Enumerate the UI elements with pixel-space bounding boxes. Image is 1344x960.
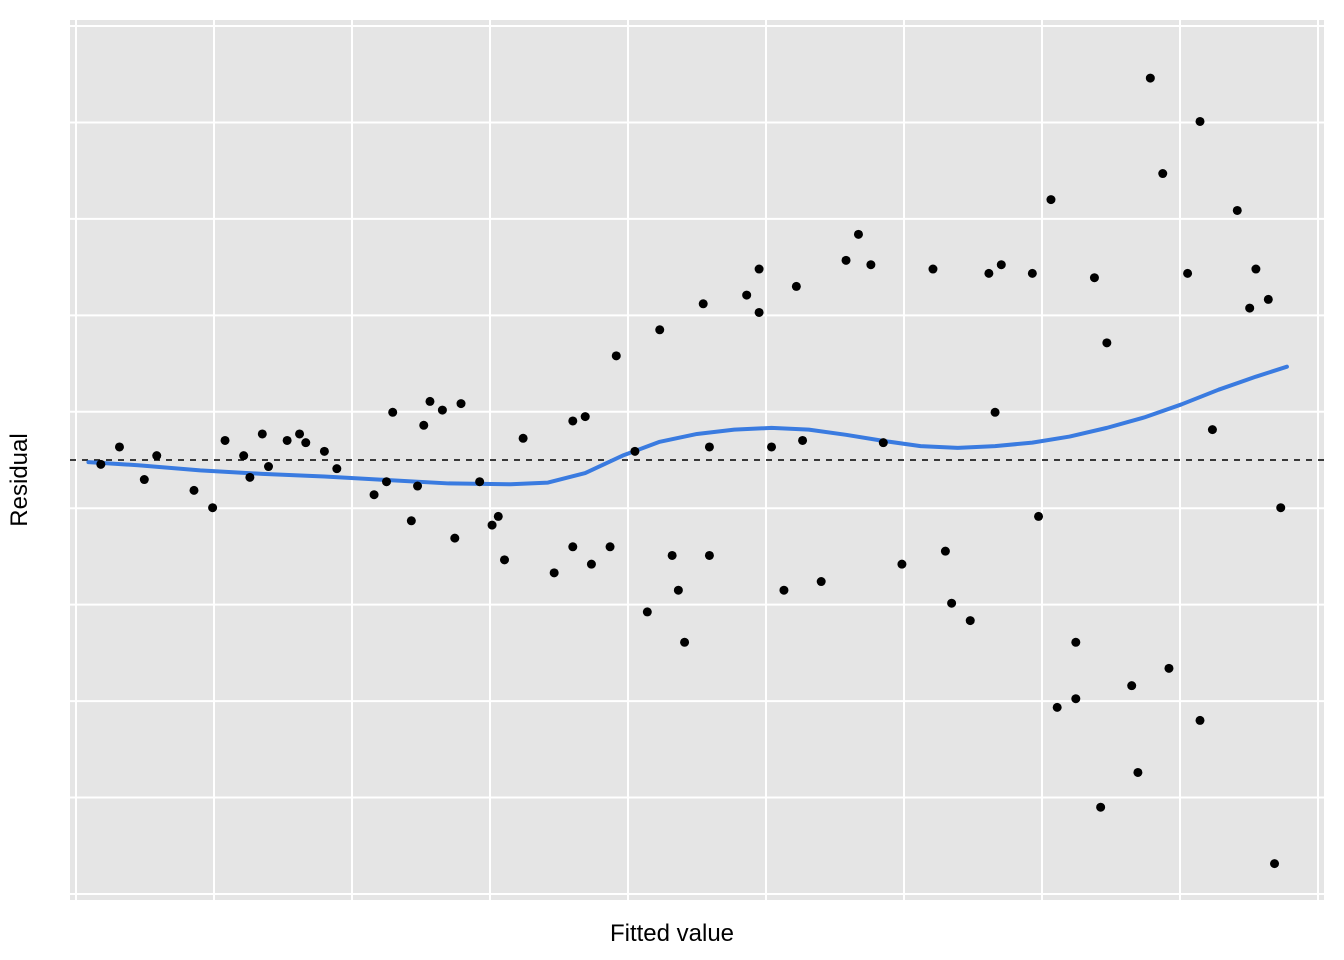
data-point <box>606 542 615 551</box>
data-point <box>1096 803 1105 812</box>
data-point <box>798 436 807 445</box>
data-point <box>842 256 851 265</box>
data-point <box>152 451 161 460</box>
data-point <box>500 555 509 564</box>
data-point <box>245 473 254 482</box>
data-point <box>425 397 434 406</box>
data-point <box>1034 512 1043 521</box>
data-point <box>301 438 310 447</box>
data-point <box>1102 338 1111 347</box>
scatter-points <box>96 74 1285 869</box>
data-point <box>997 260 1006 269</box>
data-point <box>494 512 503 521</box>
data-point <box>1046 195 1055 204</box>
data-point <box>568 416 577 425</box>
data-point <box>189 486 198 495</box>
data-point <box>854 230 863 239</box>
data-point <box>457 399 466 408</box>
data-point <box>1264 295 1273 304</box>
data-point <box>407 516 416 525</box>
data-point <box>1233 206 1242 215</box>
data-point <box>941 547 950 556</box>
data-point <box>382 477 391 486</box>
data-point <box>1208 425 1217 434</box>
data-point <box>792 282 801 291</box>
data-point <box>674 586 683 595</box>
data-point <box>264 462 273 471</box>
data-point <box>643 607 652 616</box>
data-point <box>1196 117 1205 126</box>
data-point <box>221 436 230 445</box>
data-point <box>1164 664 1173 673</box>
data-point <box>1127 681 1136 690</box>
data-point <box>1196 716 1205 725</box>
data-point <box>699 299 708 308</box>
data-point <box>388 408 397 417</box>
data-point <box>1270 859 1279 868</box>
data-point <box>1276 503 1285 512</box>
data-point <box>655 325 664 334</box>
data-point <box>928 265 937 274</box>
data-point <box>755 265 764 274</box>
data-point <box>1053 703 1062 712</box>
chart-container: Residual Fitted value <box>0 0 1344 960</box>
data-point <box>438 406 447 415</box>
data-point <box>239 451 248 460</box>
data-point <box>488 521 497 530</box>
data-point <box>587 560 596 569</box>
data-point <box>295 429 304 438</box>
data-point <box>755 308 764 317</box>
data-point <box>419 421 428 430</box>
data-point <box>767 442 776 451</box>
data-point <box>320 447 329 456</box>
data-point <box>475 477 484 486</box>
y-axis-label: Residual <box>6 433 34 526</box>
data-point <box>450 534 459 543</box>
data-point <box>258 429 267 438</box>
data-point <box>680 638 689 647</box>
data-point <box>705 551 714 560</box>
data-point <box>742 291 751 300</box>
x-axis-label: Fitted value <box>610 920 734 948</box>
data-point <box>1245 304 1254 313</box>
data-point <box>817 577 826 586</box>
data-point <box>370 490 379 499</box>
data-point <box>991 408 1000 417</box>
data-point <box>705 442 714 451</box>
data-point <box>779 586 788 595</box>
data-point <box>1028 269 1037 278</box>
plot-panel <box>70 20 1324 900</box>
data-point <box>630 447 639 456</box>
data-point <box>581 412 590 421</box>
data-point <box>612 351 621 360</box>
data-point <box>947 599 956 608</box>
data-point <box>140 475 149 484</box>
data-point <box>332 464 341 473</box>
data-point <box>966 616 975 625</box>
data-point <box>1133 768 1142 777</box>
data-point <box>96 460 105 469</box>
data-point <box>1090 273 1099 282</box>
data-point <box>1146 74 1155 83</box>
data-point <box>879 438 888 447</box>
data-point <box>1251 265 1260 274</box>
data-point <box>568 542 577 551</box>
data-point <box>519 434 528 443</box>
data-point <box>1071 694 1080 703</box>
data-point <box>897 560 906 569</box>
data-point <box>283 436 292 445</box>
chart-svg <box>70 20 1324 900</box>
data-point <box>984 269 993 278</box>
data-point <box>115 442 124 451</box>
data-point <box>1183 269 1192 278</box>
data-point <box>208 503 217 512</box>
data-point <box>550 568 559 577</box>
data-point <box>413 482 422 491</box>
data-point <box>866 260 875 269</box>
data-point <box>1158 169 1167 178</box>
data-point <box>668 551 677 560</box>
data-point <box>1071 638 1080 647</box>
